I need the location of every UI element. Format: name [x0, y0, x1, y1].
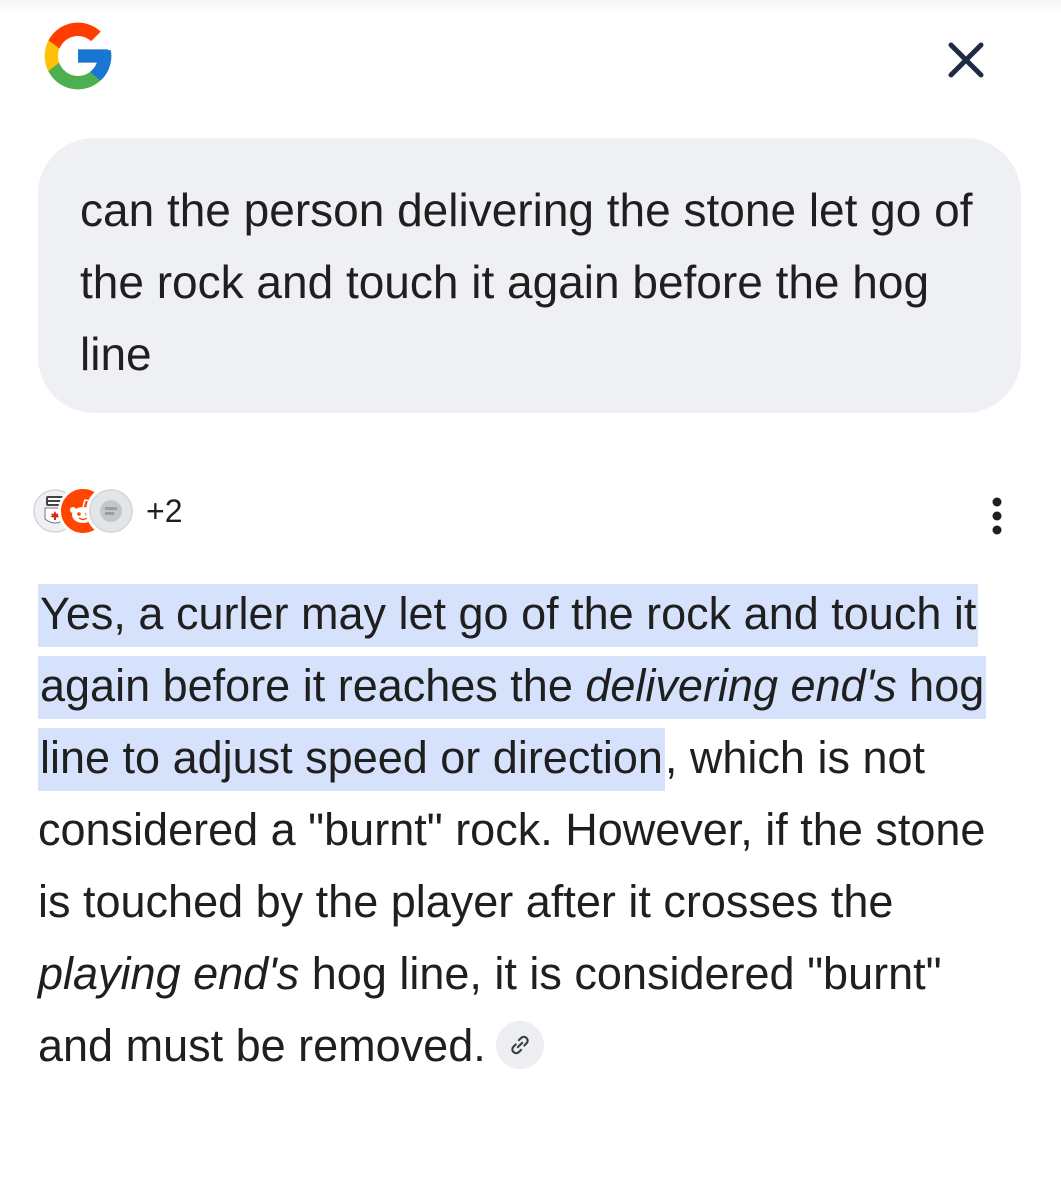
more-options-button[interactable]: [972, 488, 1022, 544]
sources-row[interactable]: +2: [30, 484, 182, 538]
close-icon: [948, 42, 984, 78]
link-icon: [511, 1035, 529, 1055]
google-g-logo-icon: [38, 16, 118, 96]
query-text: can the person delivering the stone let …: [80, 184, 973, 380]
more-vert-icon: [992, 497, 1002, 535]
more-sources-count: +2: [146, 492, 183, 529]
answer-text: Yes, a curler may let go of the rock and…: [38, 578, 1028, 1082]
close-button[interactable]: [940, 34, 992, 86]
query-bubble: can the person delivering the stone let …: [38, 138, 1021, 413]
top-edge-shadow: [0, 0, 1061, 14]
generic-site-icon: [86, 486, 136, 536]
answer-highlight-italic: delivering end's: [585, 660, 897, 711]
source-link-button[interactable]: [495, 1021, 544, 1070]
answer-italic-playing-end: playing end's: [38, 948, 300, 999]
